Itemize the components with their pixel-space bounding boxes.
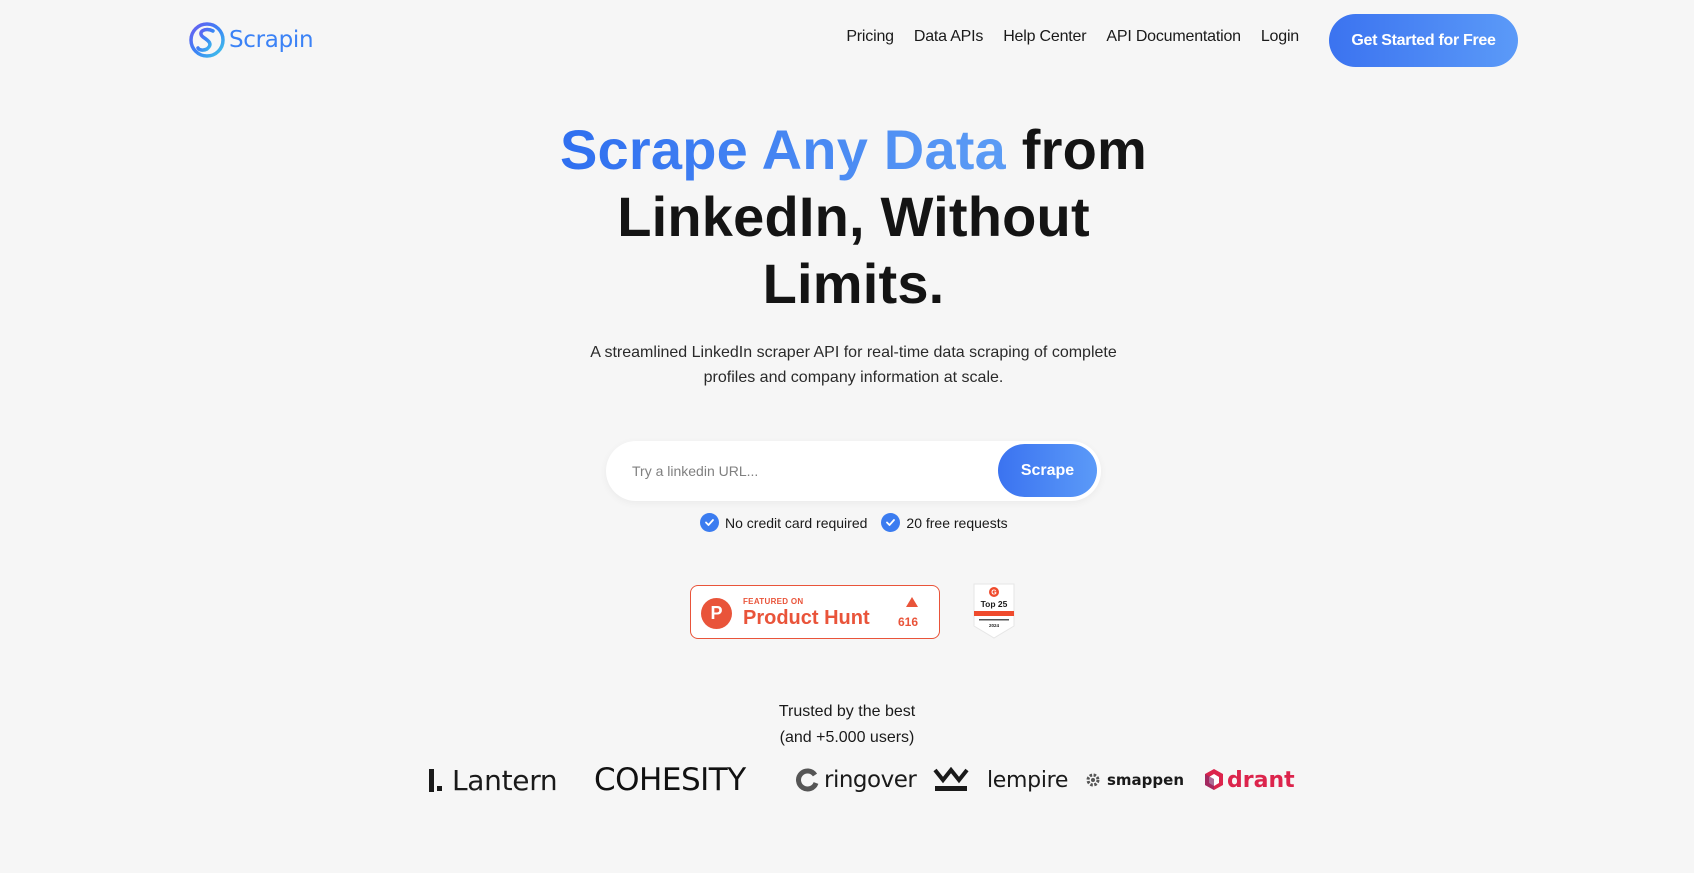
benefit-label: No credit card required [725, 514, 868, 531]
linkedin-search-bar: Scrape [606, 441, 1101, 501]
get-started-button[interactable]: Get Started for Free [1329, 14, 1518, 67]
upvote-count: 616 [898, 615, 919, 629]
hero-subtitle-line2: profiles and company information at scal… [703, 369, 1004, 386]
qdrant-wordmark: drant [1227, 767, 1295, 793]
scrapin-logo[interactable]: Scrapin [189, 20, 314, 60]
hero-title: Scrape Any Data from LinkedIn, Without L… [500, 116, 1207, 317]
trusted-by-section: Trusted by the best (and +5.000 users) [697, 699, 997, 751]
linkedin-url-input[interactable] [632, 457, 992, 485]
g2-top25-badge-icon[interactable]: G Top 25 2024 [971, 582, 1017, 640]
qdrant-logo: drant [1203, 760, 1295, 800]
nav-pricing[interactable]: Pricing [846, 28, 894, 46]
ringover-wordmark: ringover [824, 767, 917, 793]
g2-badge-title: Top 25 [981, 599, 1008, 609]
ringover-ring-icon [796, 768, 819, 792]
customer-logos: Lantern COHESITY ringover lempire smappe… [0, 760, 1694, 800]
benefits-list: No credit card required 20 free requests [700, 513, 1008, 532]
product-hunt-featured-label: FEATURED ON [743, 597, 804, 606]
benefit-label: 20 free requests [906, 514, 1008, 531]
smappen-wordmark: smappen [1107, 771, 1185, 789]
cohesity-wordmark: COHESITY [594, 762, 746, 798]
svg-text:G: G [991, 590, 997, 597]
lantern-logo: Lantern [429, 760, 558, 800]
lantern-mark-icon [429, 768, 434, 792]
scrapin-logo-icon [189, 22, 225, 58]
trusted-line2: (and +5.000 users) [779, 729, 915, 746]
checkmark-icon [700, 513, 719, 532]
product-hunt-badge[interactable]: P FEATURED ON Product Hunt 616 [690, 585, 940, 639]
hero-title-part2: LinkedIn, Without [617, 185, 1090, 248]
cohesity-logo: COHESITY [594, 760, 746, 800]
benefit-no-credit-card: No credit card required [700, 513, 867, 532]
smappen-gear-icon [1086, 773, 1100, 787]
nav-login[interactable]: Login [1261, 28, 1299, 46]
smappen-logo: smappen [1085, 760, 1184, 800]
g2-badge-year: 2024 [989, 623, 1000, 628]
lempire-wordmark: lempire [987, 767, 1069, 793]
hero-subtitle: A streamlined LinkedIn scraper API for r… [560, 340, 1147, 390]
qdrant-hexagon-icon [1205, 769, 1223, 790]
lantern-wordmark: Lantern [452, 763, 558, 797]
lantern-dot-icon [437, 786, 442, 791]
hero-title-part1: from [1021, 118, 1147, 181]
hero-title-part3: Limits. [762, 252, 945, 315]
checkmark-icon [881, 513, 901, 532]
product-hunt-icon: P [701, 598, 732, 629]
benefit-free-requests: 20 free requests [881, 513, 1008, 532]
lempire-crown-icon [933, 767, 969, 791]
nav-api-documentation[interactable]: API Documentation [1106, 28, 1241, 46]
logo-text: Scrapin [229, 27, 314, 53]
product-hunt-label: Product Hunt [743, 607, 870, 629]
hero-subtitle-line1: A streamlined LinkedIn scraper API for r… [590, 344, 1117, 361]
main-nav: Pricing Data APIs Help Center API Docume… [846, 28, 1299, 46]
hero-title-accent: Scrape Any Data [559, 118, 1006, 181]
lempire-logo: lempire [933, 760, 1068, 800]
scrape-button[interactable]: Scrape [998, 444, 1097, 497]
trusted-line1: Trusted by the best [778, 703, 916, 720]
upvote-arrow-icon [906, 597, 918, 607]
site-header: Scrapin Pricing Data APIs Help Center AP… [0, 0, 1694, 82]
nav-data-apis[interactable]: Data APIs [914, 28, 984, 46]
ringover-logo: ringover [796, 760, 917, 800]
nav-help-center[interactable]: Help Center [1003, 28, 1086, 46]
